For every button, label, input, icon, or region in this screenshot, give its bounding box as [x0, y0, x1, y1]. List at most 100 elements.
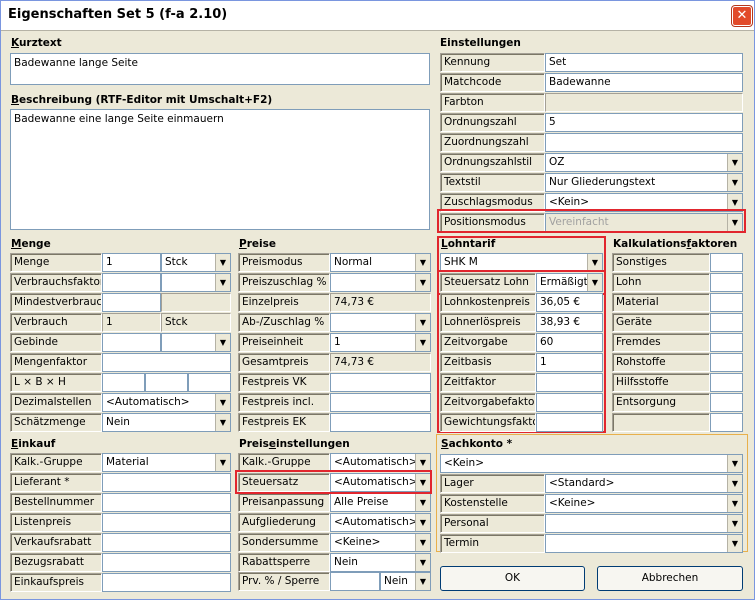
einst-select-textstil[interactable]: Nur Gliederungstext ▼	[545, 173, 743, 192]
preiseinst-select-aufgliederung[interactable]: <Automatisch> ▼	[330, 513, 431, 532]
sachkonto-select-termin[interactable]: ▼	[545, 534, 743, 553]
lohn-label-zeitvorgabefaktor: Zeitvorgabefaktor	[440, 393, 536, 412]
kalk-label-empty	[612, 413, 710, 432]
preise-label-preiseinheit: Preiseinheit	[238, 333, 330, 352]
einst-input-ordnungszahl[interactable]: 5	[545, 113, 743, 132]
sachkonto-select-kostenstelle[interactable]: <Keine> ▼	[545, 494, 743, 513]
chevron-down-icon: ▼	[215, 274, 230, 291]
steuersatz-highlight	[235, 470, 432, 494]
lohn-input-zeitbasis[interactable]: 1	[536, 353, 603, 372]
kalk-input-geräte[interactable]	[710, 313, 743, 332]
lbh-label: L × B × H	[10, 373, 102, 392]
mengenfaktor-label: Mengenfaktor	[10, 353, 102, 372]
einst-label-farbton: Farbton	[440, 93, 545, 112]
kalk-label-fremdes: Fremdes	[612, 333, 710, 352]
dezimalstellen-select[interactable]: <Automatisch> ▼	[102, 393, 231, 412]
kalk-label-material: Material	[612, 293, 710, 312]
verbrauch-label: Verbrauch	[10, 313, 102, 332]
verbrauchsfaktor-input[interactable]	[102, 273, 161, 292]
prv-sperre-select[interactable]: Nein ▼	[380, 572, 431, 591]
schaetzmenge-select[interactable]: Nein ▼	[102, 413, 231, 432]
einkauf-input-listenpreis[interactable]	[102, 513, 231, 532]
kalk-label-hilfsstoffe: Hilfsstoffe	[612, 373, 710, 392]
lohn-input-zeitvorgabefaktor[interactable]	[536, 393, 603, 412]
einkauf-input-bestellnummer[interactable]	[102, 493, 231, 512]
preise-select-ab-zuschlag[interactable]: ▼	[330, 313, 431, 332]
lohn-input-zeitvorgabe[interactable]: 60	[536, 333, 603, 352]
preise-input-festpreis-ek[interactable]	[330, 413, 431, 432]
sachkonto-select[interactable]: <Kein> ▼	[440, 454, 743, 473]
sachkonto-heading: Sachkonto *	[441, 438, 513, 450]
chevron-down-icon: ▼	[415, 454, 430, 471]
close-button[interactable]: ✕	[732, 6, 752, 26]
menge-input[interactable]: 1	[102, 253, 161, 272]
preiseinst-label-rabattsperre: Rabattsperre	[238, 553, 330, 572]
lohn-input-zeitfaktor[interactable]	[536, 373, 603, 392]
lohn-input-lohnkostenpreis[interactable]: 36,05 €	[536, 293, 603, 312]
gebinde-input[interactable]	[102, 333, 161, 352]
einkauf-input-bezugsrabatt[interactable]	[102, 553, 231, 572]
preise-input-festpreis-incl[interactable]	[330, 393, 431, 412]
chevron-down-icon: ▼	[587, 254, 602, 271]
einst-input-kennung[interactable]: Set	[545, 53, 743, 72]
kalk-input-empty[interactable]	[710, 413, 743, 432]
kalk-input-hilfsstoffe[interactable]	[710, 373, 743, 392]
mengenfaktor-input[interactable]	[102, 353, 231, 372]
einkauf-input-lieferant[interactable]	[102, 473, 231, 492]
einkauf-input-verkaufsrabatt[interactable]	[102, 533, 231, 552]
preise-select-preiseinheit[interactable]: 1 ▼	[330, 333, 431, 352]
einst-input-zuordnungszahl[interactable]	[545, 133, 743, 152]
preise-select-preiszuschlag[interactable]: ▼	[330, 273, 431, 292]
preise-label-einzelpreis: Einzelpreis	[238, 293, 330, 312]
kurztext-input[interactable]: Badewanne lange Seite	[10, 53, 430, 85]
verbrauchsfaktor-unit-select[interactable]: ▼	[161, 273, 231, 292]
chevron-down-icon: ▼	[727, 515, 742, 532]
cancel-button[interactable]: Abbrechen	[597, 566, 743, 591]
kalk-input-fremdes[interactable]	[710, 333, 743, 352]
einkauf-select-kalk-gruppe[interactable]: Material ▼	[102, 453, 231, 472]
kalk-input-material[interactable]	[710, 293, 743, 312]
einkauf-label-lieferant: Lieferant *	[10, 473, 102, 492]
menge-unit-select[interactable]: Stck ▼	[161, 253, 231, 272]
kalk-input-lohn[interactable]	[710, 273, 743, 292]
preise-label-ab-zuschlag: Ab-/Zuschlag %	[238, 313, 330, 332]
lbh-h-input[interactable]	[188, 373, 231, 392]
preiseinstellungen-heading: Preiseinstellungen	[239, 438, 350, 450]
einst-input-matchcode[interactable]: Badewanne	[545, 73, 743, 92]
prv-percent-input[interactable]	[330, 572, 380, 591]
steuersatz-lohn-highlight	[437, 270, 606, 295]
chevron-down-icon: ▼	[415, 494, 430, 511]
preise-label-preismodus: Preismodus	[238, 253, 330, 272]
kalk-input-sonstiges[interactable]	[710, 253, 743, 272]
lbh-l-input[interactable]	[102, 373, 145, 392]
sachkonto-select-personal[interactable]: ▼	[545, 514, 743, 533]
einkauf-label-kalk-gruppe: Kalk.-Gruppe	[10, 453, 102, 472]
preise-select-preismodus[interactable]: Normal ▼	[330, 253, 431, 272]
chevron-down-icon: ▼	[415, 274, 430, 291]
preiseinst-select-rabattsperre[interactable]: Nein ▼	[330, 553, 431, 572]
kalk-input-rohstoffe[interactable]	[710, 353, 743, 372]
lohn-input-gewichtungsfaktor[interactable]	[536, 413, 603, 432]
lbh-b-input[interactable]	[145, 373, 188, 392]
sachkonto-select-lager[interactable]: <Standard> ▼	[545, 474, 743, 493]
preiseinst-select-sondersumme[interactable]: <Keine> ▼	[330, 533, 431, 552]
lohn-input-lohnerlöspreis[interactable]: 38,93 €	[536, 313, 603, 332]
einst-select-ordnungszahlstil[interactable]: OZ ▼	[545, 153, 743, 172]
mindestverbrauch-input[interactable]	[102, 293, 161, 312]
einst-label-kennung: Kennung	[440, 53, 545, 72]
preise-input-festpreis-vk[interactable]	[330, 373, 431, 392]
chevron-down-icon: ▼	[415, 554, 430, 571]
einst-label-textstil: Textstil	[440, 173, 545, 192]
lohn-label-lohnerlöspreis: Lohnerlöspreis	[440, 313, 536, 332]
einkauf-input-einkaufspreis[interactable]	[102, 573, 231, 592]
gebinde-unit-select[interactable]: ▼	[161, 333, 231, 352]
properties-window: Eigenschaften Set 5 (f-a 2.10) ✕ Kurztex…	[0, 0, 755, 600]
lohn-label-lohnkostenpreis: Lohnkostenpreis	[440, 293, 536, 312]
sachkonto-label-termin: Termin	[440, 534, 545, 553]
kalk-input-entsorgung[interactable]	[710, 393, 743, 412]
close-icon: ✕	[736, 8, 748, 23]
preiseinst-select-preisanpassung[interactable]: Alle Preise ▼	[330, 493, 431, 512]
ok-button[interactable]: OK	[440, 566, 585, 591]
einstellungen-heading: Einstellungen	[440, 37, 521, 49]
beschreibung-input[interactable]: Badewanne eine lange Seite einmauern	[10, 109, 430, 230]
